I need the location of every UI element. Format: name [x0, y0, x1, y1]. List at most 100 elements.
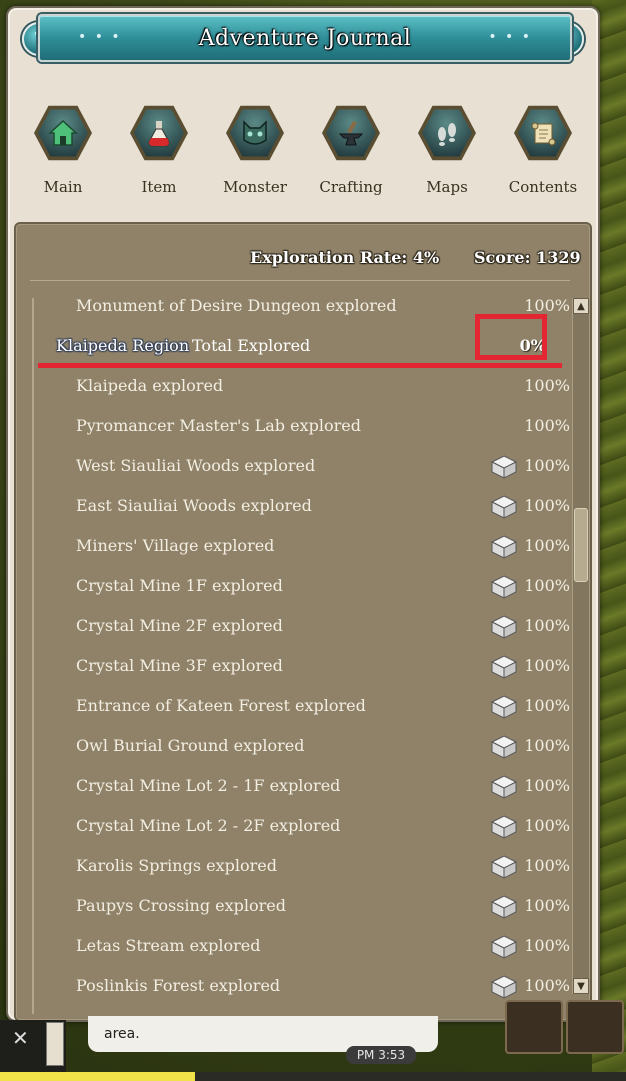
row-value: 100%: [524, 816, 570, 835]
reward-box-icon[interactable]: [490, 734, 518, 760]
reward-box-icon[interactable]: [490, 814, 518, 840]
region-name: Klaipeda Region: [56, 336, 190, 355]
row-value: 100%: [524, 856, 570, 875]
stats-row: Exploration Rate: 4% Score: 1329: [16, 248, 590, 272]
quickslot[interactable]: [505, 1000, 563, 1054]
row-label: Pyromancer Master's Lab explored: [76, 416, 361, 435]
list-item: Letas Stream explored 100%: [34, 928, 570, 968]
chat-scrollbar[interactable]: [46, 1022, 64, 1066]
reward-box-icon[interactable]: [490, 614, 518, 640]
reward-box-icon[interactable]: [490, 974, 518, 1000]
tab-label: Crafting: [319, 178, 383, 196]
exploration-list[interactable]: Monument of Desire Dungeon explored 100%…: [32, 298, 570, 1014]
row-label: Klaipeda explored: [76, 376, 224, 395]
row-value: 100%: [524, 376, 570, 395]
scroll-icon: [531, 122, 556, 146]
list-item: Crystal Mine 1F explored 100%: [34, 568, 570, 608]
list-item: Paupys Crossing explored 100%: [34, 888, 570, 928]
row-value: 100%: [524, 776, 570, 795]
highlight-underline: [38, 363, 562, 368]
list-scrollbar[interactable]: ▲ ▼: [572, 298, 589, 994]
title-dots-right: • • •: [488, 29, 532, 45]
list-item: Owl Burial Ground explored 100%: [34, 728, 570, 768]
row-label: Monument of Desire Dungeon explored: [76, 298, 397, 315]
window-title: Adventure Journal: [198, 25, 412, 51]
row-label: Crystal Mine 3F explored: [76, 656, 283, 675]
row-label: West Siauliai Woods explored: [76, 456, 316, 475]
reward-box-icon[interactable]: [490, 534, 518, 560]
list-item: Crystal Mine 2F explored 100%: [34, 608, 570, 648]
list-item: Poslinkis Forest explored 100%: [34, 968, 570, 1008]
reward-box-icon[interactable]: [490, 454, 518, 480]
reward-box-icon[interactable]: [490, 894, 518, 920]
tab-label: Monster: [223, 178, 287, 196]
row-value: 100%: [524, 536, 570, 555]
scroll-down-button[interactable]: ▼: [573, 978, 589, 994]
scroll-thumb[interactable]: [574, 508, 588, 582]
row-label: Crystal Mine Lot 2 - 2F explored: [76, 816, 341, 835]
reward-box-icon[interactable]: [490, 574, 518, 600]
row-value: 100%: [524, 736, 570, 755]
list-item: Pyromancer Master's Lab explored 100%: [34, 408, 570, 448]
reward-box-icon[interactable]: [490, 934, 518, 960]
game-clock: PM 3:53: [346, 1046, 416, 1064]
reward-box-icon[interactable]: [490, 774, 518, 800]
row-value: 100%: [524, 976, 570, 995]
tab-main[interactable]: Main: [18, 104, 108, 196]
tab-label: Maps: [426, 178, 468, 196]
row-label: Entrance of Kateen Forest explored: [76, 696, 366, 715]
anvil-icon: [338, 120, 364, 146]
reward-box-icon[interactable]: [490, 694, 518, 720]
region-total-label: Total Explored: [192, 336, 311, 355]
row-value: 100%: [524, 656, 570, 675]
list-item: Klaipeda explored 100%: [34, 368, 570, 408]
tab-item[interactable]: Item: [114, 104, 204, 196]
row-label: Paupys Crossing explored: [76, 896, 287, 915]
row-value: 100%: [524, 416, 570, 435]
quickslot[interactable]: [566, 1000, 624, 1054]
home-icon: [48, 119, 78, 146]
row-label: Crystal Mine 2F explored: [76, 616, 283, 635]
footprints-icon: [438, 123, 456, 146]
row-value: 100%: [524, 896, 570, 915]
tab-maps[interactable]: Maps: [402, 104, 492, 196]
chat-text: area.: [104, 1026, 140, 1042]
row-value: 100%: [524, 696, 570, 715]
tab-monster[interactable]: Monster: [210, 104, 300, 196]
list-item: Crystal Mine Lot 2 - 1F explored 100%: [34, 768, 570, 808]
adventure-journal-window: ? ✕ • • • Adventure Journal • • • Main: [6, 6, 600, 1022]
exploration-rate: Exploration Rate: 4%: [250, 248, 440, 267]
list-item: East Siauliai Woods explored 100%: [34, 488, 570, 528]
reward-box-icon[interactable]: [490, 494, 518, 520]
row-value: 100%: [524, 616, 570, 635]
scroll-up-button[interactable]: ▲: [573, 298, 589, 314]
row-label: Owl Burial Ground explored: [76, 736, 305, 755]
list-item: West Siauliai Woods explored 100%: [34, 448, 570, 488]
row-label: Crystal Mine Lot 2 - 1F explored: [76, 776, 341, 795]
row-value: 100%: [524, 298, 570, 315]
highlight-box: [475, 314, 547, 360]
row-value: 100%: [524, 936, 570, 955]
row-value: 100%: [524, 576, 570, 595]
row-label: East Siauliai Woods explored: [76, 496, 312, 515]
experience-bar-fill: [0, 1072, 195, 1081]
status-icon: ✕: [12, 1026, 29, 1050]
row-value: 100%: [524, 456, 570, 475]
tab-label: Item: [141, 178, 177, 196]
reward-box-icon[interactable]: [490, 654, 518, 680]
list-item: Entrance of Kateen Forest explored 100%: [34, 688, 570, 728]
row-label: Miners' Village explored: [76, 536, 275, 555]
score: Score: 1329: [474, 248, 581, 267]
tab-crafting[interactable]: Crafting: [306, 104, 396, 196]
reward-box-icon[interactable]: [490, 854, 518, 880]
tab-contents[interactable]: Contents: [498, 104, 588, 196]
tab-label: Contents: [508, 178, 578, 196]
experience-bar: [0, 1072, 626, 1081]
tab-label: Main: [43, 178, 83, 196]
title-bar[interactable]: • • • Adventure Journal • • •: [38, 14, 572, 62]
row-label: Poslinkis Forest explored: [76, 976, 281, 995]
title-dots-left: • • •: [78, 29, 122, 45]
list-item: Crystal Mine Lot 2 - 2F explored 100%: [34, 808, 570, 848]
row-value: 100%: [524, 496, 570, 515]
divider: [30, 280, 570, 281]
